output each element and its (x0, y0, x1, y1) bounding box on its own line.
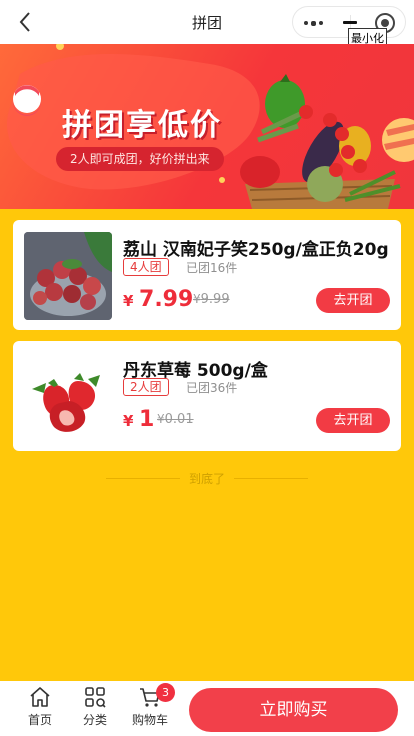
top-nav-bar: 拼团 最小化 (0, 0, 414, 48)
tab-cart-label: 购物车 (131, 713, 168, 727)
lychee-illustration (24, 232, 112, 320)
product-card[interactable]: 荔山 汉南妃子笑250g/盒正负20g 4人团 已团16件 ¥ 7.99 ¥9.… (13, 220, 401, 330)
group-price: ¥ 1 (123, 407, 154, 432)
product-image-strawberry (24, 353, 112, 441)
price-value: 7.99 (139, 287, 194, 312)
product-name: 荔山 汉南妃子笑250g/盒正负20g (123, 240, 389, 260)
tab-category-label: 分类 (82, 713, 107, 727)
banner-subtitle: 2人即可成团，好价拼出来 (56, 147, 224, 171)
product-image-lychee (24, 232, 112, 320)
sold-count: 已团36件 (186, 381, 238, 395)
price-value: 1 (139, 407, 155, 432)
buy-now-button[interactable]: 立即购买 (189, 688, 398, 732)
group-size-tag: 4人团 (123, 258, 169, 276)
group-price: ¥ 7.99 (123, 287, 193, 312)
more-icon[interactable] (304, 20, 326, 26)
tab-category[interactable]: 分类 (70, 685, 120, 733)
end-of-list-divider: 到底了 (0, 470, 414, 486)
currency-symbol: ¥ (123, 412, 134, 430)
tab-home-label: 首页 (27, 713, 52, 727)
original-price: ¥0.01 (157, 412, 194, 427)
original-currency: ¥ (193, 292, 201, 306)
category-icon (85, 687, 106, 708)
minimize-icon[interactable] (343, 21, 357, 24)
home-icon (30, 687, 50, 707)
original-currency: ¥ (157, 412, 165, 426)
tab-home[interactable]: 首页 (15, 685, 65, 733)
divider-line-right (234, 478, 308, 479)
promo-banner: 拼团享低价 2人即可成团，好价拼出来 (0, 44, 414, 209)
banner-title: 拼团享低价 (62, 108, 222, 143)
start-group-button[interactable]: 去开团 (316, 408, 390, 433)
original-price-value: 9.99 (200, 292, 230, 307)
bottom-action-bar: 首页 分类 购物车 3 立即购买 (0, 681, 414, 736)
sold-count: 已团16件 (186, 261, 238, 275)
currency-symbol: ¥ (123, 292, 134, 310)
end-of-list-text: 到底了 (188, 472, 225, 486)
cart-count-badge: 3 (156, 683, 175, 702)
product-card[interactable]: 丹东草莓 500g/盒 2人团 已团36件 ¥ 1 ¥0.01 去开团 (13, 341, 401, 451)
start-group-button[interactable]: 去开团 (316, 288, 390, 313)
group-size-tag: 2人团 (123, 378, 169, 396)
original-price-value: 0.01 (164, 412, 194, 427)
strawberry-illustration (24, 353, 112, 441)
original-price: ¥9.99 (193, 292, 230, 307)
